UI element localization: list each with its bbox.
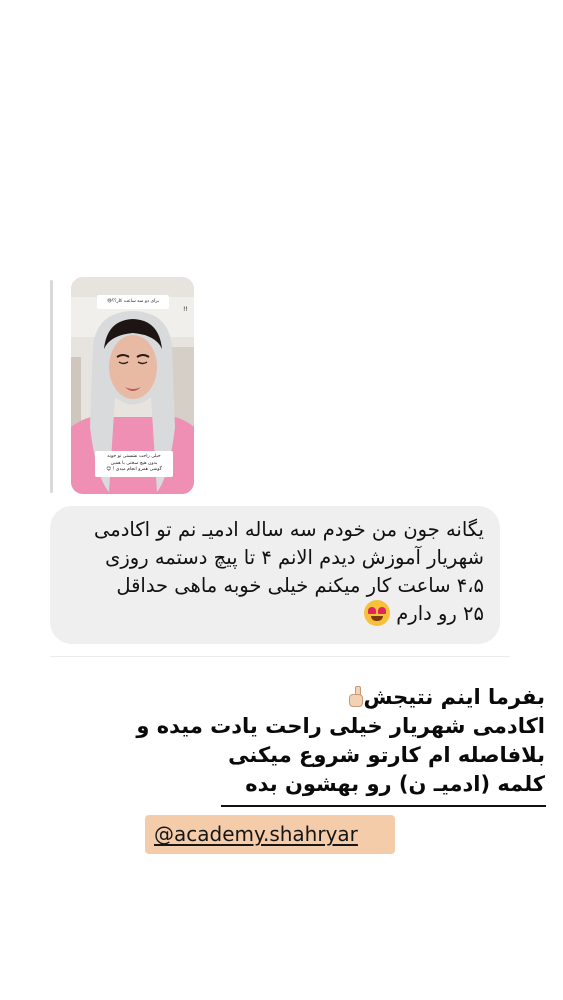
caption-underline	[221, 805, 546, 807]
divider	[50, 656, 510, 657]
caption-line: بلافاصله ام کارتو شروع میکنی	[228, 743, 545, 767]
caption-line: اکادمی شهریار خیلی راحت یادت میده و	[136, 714, 545, 738]
pointing-hand-icon	[347, 686, 364, 707]
story-caption-text: بفرما اینم نتیجش اکادمی شهریار خیلی راحت…	[105, 683, 545, 799]
story-caption-line: گوشی همرو انجام میدی ! 😊	[106, 467, 162, 473]
reply-quote-bar	[50, 280, 53, 493]
mention-link[interactable]: @academy.shahryar	[154, 821, 358, 847]
caption-line: بفرما اینم نتیجش	[105, 683, 545, 712]
story-sticker: برای دو سه ساعت کار؟؟😅	[97, 295, 169, 309]
message-line: یگانه جون من خودم سه ساله ادمیـ نم تو اک…	[94, 518, 484, 541]
caption-line: کلمه (ادمیـ ن) رو بهشون بده	[245, 772, 545, 796]
story-mark: !!	[183, 306, 188, 313]
mention-tag[interactable]: @academy.shahryar	[145, 815, 395, 854]
caption-line-text: بفرما اینم نتیجش	[363, 685, 545, 709]
message-bubble[interactable]: یگانه جون من خودم سه ساله ادمیـ نم تو اک…	[50, 506, 500, 644]
message-line: شهریار آموزش دیدم الانم ۴ تا پیچ دستمه ر…	[105, 546, 484, 569]
story-caption: خیلی راحت نشستی تو خونه بدون هیچ سختی با…	[95, 451, 173, 477]
message-text: یگانه جون من خودم سه ساله ادمیـ نم تو اک…	[54, 516, 484, 628]
message-line-last: ۲۵ رو دارم	[54, 600, 484, 628]
heart-eyes-icon	[364, 600, 391, 626]
story-caption-line: خیلی راحت نشستی تو خونه	[107, 454, 161, 459]
message-line: ۴،۵ ساعت کار میکنم خیلی خوبه ماهی حداقل	[116, 574, 484, 597]
message-line: ۲۵ رو دارم	[396, 602, 484, 625]
